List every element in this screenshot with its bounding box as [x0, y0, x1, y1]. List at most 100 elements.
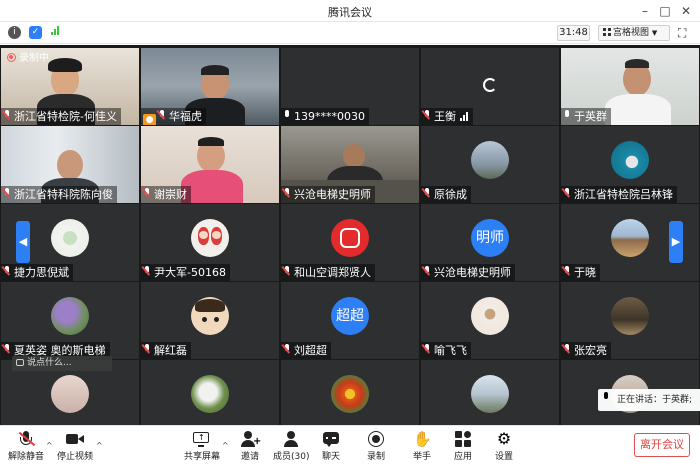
settings-button[interactable]: ⚙ 设置: [490, 429, 518, 465]
share-screen-label: 共享屏幕: [184, 452, 221, 462]
previous-page-button[interactable]: ◀: [16, 221, 30, 263]
participant-name: 原徐成: [434, 188, 467, 201]
info-bar: i ✓ 31:48 宫格视图 ▼ ⛶: [0, 22, 700, 44]
mic-muted-icon: [423, 344, 432, 355]
mic-muted-icon: [283, 344, 292, 355]
apps-icon: [454, 431, 472, 447]
avatar: 超超: [331, 296, 369, 335]
mic-muted-icon: [3, 188, 12, 199]
chat-input[interactable]: 说点什么...: [12, 356, 112, 371]
chat-button[interactable]: 聊天: [318, 429, 344, 465]
chevron-up-icon[interactable]: ^: [46, 441, 53, 450]
share-screen-icon: ↑: [192, 431, 210, 447]
participant-tile[interactable]: 录制中 浙江省特检院-何佳义: [1, 48, 139, 125]
participant-tile[interactable]: 原徐成: [421, 126, 559, 203]
participant-name-label: ● 华福虎: [141, 108, 206, 125]
record-label: 录制: [366, 452, 385, 462]
avatar: [611, 218, 649, 257]
chevron-up-icon[interactable]: ^: [96, 441, 103, 450]
participant-name: 喻飞飞: [434, 344, 467, 357]
participant-name-label: 兴沧电梯史明师: [281, 186, 375, 203]
participant-name-label: 浙江省特科院陈向俊: [1, 186, 117, 203]
participant-tile[interactable]: 王衡: [421, 48, 559, 125]
network-signal-icon[interactable]: [49, 26, 62, 39]
participant-tile[interactable]: 超超 刘超超: [281, 282, 419, 359]
invite-label: 邀请: [240, 452, 259, 462]
record-button[interactable]: 录制: [362, 429, 390, 465]
participant-name-label: 解红磊: [141, 342, 191, 359]
mic-muted-icon: [423, 188, 432, 199]
participant-tile[interactable]: 兴沧电梯史明师: [281, 126, 419, 203]
mic-muted-icon: [283, 266, 292, 277]
participant-tile[interactable]: 浙江省特检院吕林锋: [561, 126, 699, 203]
shield-icon[interactable]: ✓: [29, 26, 42, 39]
chat-icon: [16, 359, 24, 366]
host-icon: ●: [143, 114, 156, 125]
mic-muted-icon: [3, 110, 12, 121]
members-icon: [282, 431, 300, 447]
mic-muted-icon: [423, 266, 432, 277]
chat-bubble-icon: [322, 431, 340, 447]
participant-tile[interactable]: 明师 兴沧电梯史明师: [421, 204, 559, 281]
mic-muted-icon: [3, 266, 12, 277]
participant-tile[interactable]: 喻飞飞: [421, 282, 559, 359]
apps-label: 应用: [453, 452, 472, 462]
participant-name-label: 139****0030: [281, 108, 369, 125]
invite-button[interactable]: + 邀请: [236, 429, 264, 465]
participant-tile[interactable]: 夏英姿 奥的斯电梯: [1, 282, 139, 359]
participant-name-label: 张宏亮: [561, 342, 611, 359]
title-bar: 腾讯会议 – □ ✕: [0, 0, 700, 22]
chevron-up-icon[interactable]: ^: [222, 441, 229, 450]
participant-name: 浙江省特检院-何佳义: [14, 110, 117, 123]
avatar: [331, 218, 369, 257]
participant-name: 张宏亮: [574, 344, 607, 357]
participant-tile[interactable]: 于英群: [561, 48, 699, 125]
members-button[interactable]: 成员(30): [273, 429, 309, 465]
speaker-mic-icon: [602, 392, 611, 403]
participant-tile[interactable]: ● 华福虎: [141, 48, 279, 125]
participant-tile[interactable]: 解红磊: [141, 282, 279, 359]
chevron-down-icon: ▼: [651, 29, 658, 37]
unmute-button[interactable]: 解除静音: [8, 429, 44, 465]
participant-name: 于晓: [574, 266, 596, 279]
raise-hand-button[interactable]: ✋ 举手: [408, 429, 436, 465]
avatar: [611, 296, 649, 335]
participant-name-label: 兴沧电梯史明师: [421, 264, 515, 281]
avatar: [331, 374, 369, 413]
avatar: [611, 140, 649, 179]
stop-video-button[interactable]: 停止视频: [56, 429, 94, 465]
info-icon[interactable]: i: [8, 26, 21, 39]
mic-muted-icon: [423, 110, 432, 121]
participant-tile[interactable]: 和山空调郑贤人: [281, 204, 419, 281]
avatar: [51, 296, 89, 335]
hand-icon: ✋: [413, 430, 432, 448]
participant-tile[interactable]: 浙江省特科院陈向俊: [1, 126, 139, 203]
speaking-text: 正在讲话：于英群;: [617, 395, 693, 405]
mic-on-icon: [563, 110, 572, 121]
stop-video-label: 停止视频: [56, 452, 93, 462]
participant-tile[interactable]: 139****0030: [281, 48, 419, 125]
speaking-indicator: 正在讲话：于英群;: [598, 389, 700, 411]
leave-meeting-button[interactable]: 离开会议: [634, 433, 690, 457]
participant-name-label: 谢崇财: [141, 186, 191, 203]
avatar: [471, 296, 509, 335]
mic-muted-icon: [143, 266, 152, 277]
chevron-left-icon: ◀: [18, 235, 28, 248]
participant-name: 解红磊: [154, 344, 187, 357]
minimize-icon[interactable]: –: [636, 3, 654, 19]
maximize-icon[interactable]: □: [656, 3, 674, 19]
participant-name: 于英群: [574, 110, 607, 123]
view-mode-button[interactable]: 宫格视图 ▼: [598, 25, 670, 41]
participant-tile[interactable]: 谢崇财: [141, 126, 279, 203]
avatar: [51, 218, 89, 257]
fullscreen-icon[interactable]: ⛶: [678, 26, 692, 40]
gear-icon: ⚙: [496, 429, 512, 448]
apps-button[interactable]: 应用: [449, 429, 477, 465]
participant-name: 刘超超: [294, 344, 327, 357]
next-page-button[interactable]: ▶: [669, 221, 683, 263]
participant-tile[interactable]: 尹大军-50168: [141, 204, 279, 281]
participant-tile[interactable]: 张宏亮: [561, 282, 699, 359]
participant-name: 捷力思倪斌: [14, 266, 69, 279]
close-icon[interactable]: ✕: [677, 3, 695, 19]
share-screen-button[interactable]: ↑ 共享屏幕: [184, 429, 221, 465]
